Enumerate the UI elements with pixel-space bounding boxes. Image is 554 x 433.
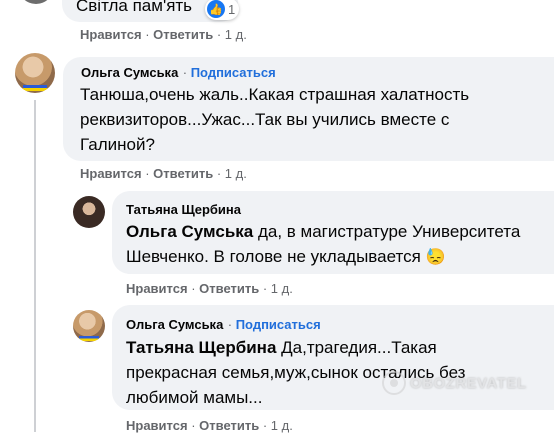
top-actions: Нравится · Ответить · 1 д.: [80, 27, 247, 42]
reply1-mention[interactable]: Ольга Сумська: [126, 222, 253, 241]
reply1-avatar[interactable]: [73, 196, 105, 228]
reply-link[interactable]: Ответить: [153, 166, 213, 181]
watermark-logo-icon: [382, 371, 406, 395]
top-reaction-badge[interactable]: 👍 1: [205, 0, 240, 20]
top-reaction-count: 1: [228, 1, 236, 17]
sad-emoji-icon: 😓: [425, 249, 446, 266]
timestamp[interactable]: 1 д.: [225, 27, 247, 42]
thread-connector: [34, 100, 36, 432]
reply1-line2: Шевченко. В голове не укладывается: [126, 247, 421, 266]
reply2-line1: Да,трагедия...Такая: [276, 338, 437, 357]
avatar-flag-badge: [23, 85, 47, 91]
comment1-subscribe-link[interactable]: Подписаться: [191, 65, 276, 80]
watermark: OBOZREVATEL: [382, 371, 527, 395]
reply1-actions: Нравится · Ответить · 1 д.: [126, 281, 293, 296]
comment1-line1: Танюша,очень жаль..Какая страшная халатн…: [80, 85, 470, 104]
reply2-subscribe-link[interactable]: Подписаться: [236, 317, 321, 332]
reply-link[interactable]: Ответить: [199, 281, 259, 296]
comment1-text: Танюша,очень жаль..Какая страшная халатн…: [80, 82, 469, 157]
reply1-author[interactable]: Татьяна Щербина: [126, 202, 241, 217]
reply2-mention[interactable]: Татьяна Щербина: [126, 338, 276, 357]
reply-link[interactable]: Ответить: [199, 418, 259, 433]
top-avatar: [18, 0, 54, 4]
comment1-bubble: Ольга Сумська · Подписаться Танюша,очень…: [63, 57, 554, 161]
timestamp[interactable]: 1 д.: [271, 281, 293, 296]
like-link[interactable]: Нравится: [80, 166, 142, 181]
comment1-line3: Галиной?: [80, 135, 155, 154]
reply1-line1: да, в магистратуре Университета: [253, 222, 521, 241]
comment1-actions: Нравится · Ответить · 1 д.: [80, 166, 247, 181]
reply2-author[interactable]: Ольга Сумська: [126, 317, 223, 332]
like-link[interactable]: Нравится: [126, 281, 188, 296]
comment1-author[interactable]: Ольга Сумська: [81, 65, 178, 80]
timestamp[interactable]: 1 д.: [271, 418, 293, 433]
like-link[interactable]: Нравится: [80, 27, 142, 42]
reply1-text: Ольга Сумська да, в магистратуре Универс…: [126, 219, 520, 270]
like-link[interactable]: Нравится: [126, 418, 188, 433]
watermark-text: OBOZREVATEL: [410, 374, 527, 392]
avatar-flag-badge: [79, 336, 99, 341]
comment1-line2: реквизиторов...Ужас...Так вы учились вме…: [80, 110, 450, 129]
comment1-avatar[interactable]: [15, 53, 55, 93]
reply1-bubble: Татьяна Щербина Ольга Сумська да, в маги…: [112, 191, 554, 274]
reply-link[interactable]: Ответить: [153, 27, 213, 42]
top-comment-text: Світла пам'ять: [76, 0, 193, 15]
like-icon: 👍: [207, 0, 225, 18]
reply2-avatar[interactable]: [73, 310, 105, 342]
reply2-actions: Нравится · Ответить · 1 д.: [126, 418, 293, 433]
timestamp[interactable]: 1 д.: [225, 166, 247, 181]
